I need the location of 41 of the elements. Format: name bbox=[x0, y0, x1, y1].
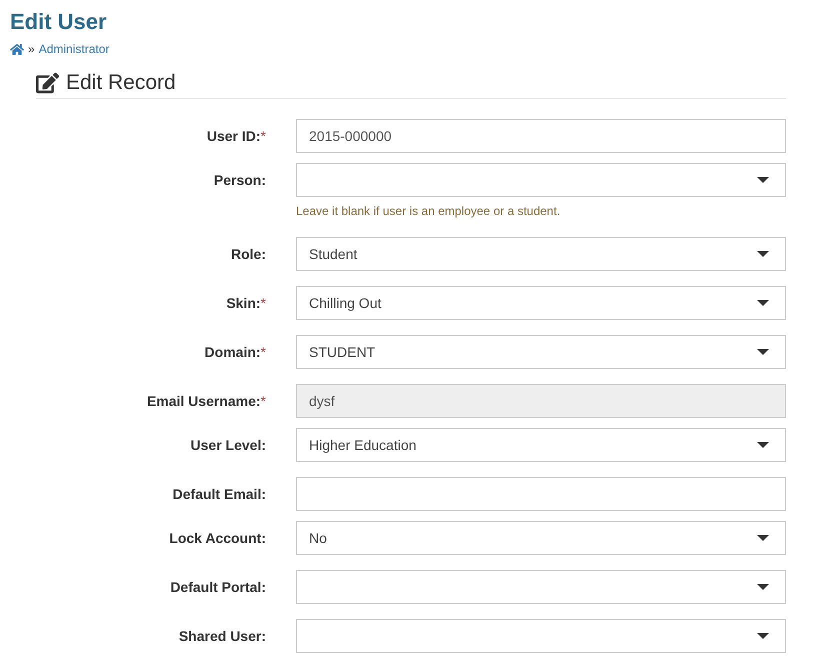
required-asterisk: * bbox=[260, 294, 266, 312]
field-label: Default Email: bbox=[172, 484, 266, 504]
section-title: Edit Record bbox=[66, 70, 176, 96]
required-asterisk: * bbox=[260, 342, 266, 362]
page-title: Edit User bbox=[10, 8, 107, 36]
select-dropdown[interactable]: No bbox=[296, 521, 786, 555]
caret-down-icon bbox=[757, 584, 769, 590]
required-asterisk: * bbox=[260, 126, 266, 146]
input-field[interactable]: dysf bbox=[296, 384, 786, 418]
field-label: Shared User: bbox=[178, 626, 266, 646]
field-label: Role: bbox=[231, 244, 266, 264]
select-dropdown[interactable]: Student bbox=[296, 237, 786, 271]
home-icon[interactable] bbox=[10, 42, 24, 56]
help-text: Leave it blank if user is an employee or a student. bbox=[296, 203, 562, 219]
field-label: User ID: bbox=[206, 126, 261, 146]
caret-down-icon bbox=[757, 300, 769, 306]
caret-down-icon bbox=[757, 177, 769, 183]
field-label: Domain: bbox=[204, 342, 261, 362]
input-field[interactable]: 2015-000000 bbox=[296, 119, 786, 153]
field-label: Email Username: bbox=[146, 392, 261, 410]
select-dropdown[interactable]: Higher Education bbox=[296, 428, 786, 462]
select-dropdown[interactable]: Chilling Out bbox=[296, 286, 786, 320]
caret-down-icon bbox=[757, 633, 769, 639]
caret-down-icon bbox=[757, 349, 769, 355]
field-label: Lock Account: bbox=[169, 528, 266, 548]
field-label: Person: bbox=[214, 170, 266, 190]
select-dropdown[interactable]: STUDENT bbox=[296, 335, 786, 369]
edit-icon bbox=[36, 72, 59, 94]
caret-down-icon bbox=[757, 251, 769, 257]
input-field[interactable] bbox=[296, 477, 786, 511]
field-label: User Level: bbox=[190, 436, 266, 454]
select-dropdown[interactable] bbox=[296, 163, 786, 197]
breadcrumb-separator: » bbox=[28, 41, 35, 57]
field-label: Skin: bbox=[226, 294, 261, 312]
select-dropdown[interactable] bbox=[296, 619, 786, 653]
caret-down-icon bbox=[757, 442, 769, 448]
caret-down-icon bbox=[757, 535, 769, 541]
select-dropdown[interactable] bbox=[296, 570, 786, 604]
breadcrumb-link[interactable]: Administrator bbox=[38, 41, 110, 57]
required-asterisk: * bbox=[260, 392, 266, 410]
field-label: Default Portal: bbox=[170, 578, 266, 596]
